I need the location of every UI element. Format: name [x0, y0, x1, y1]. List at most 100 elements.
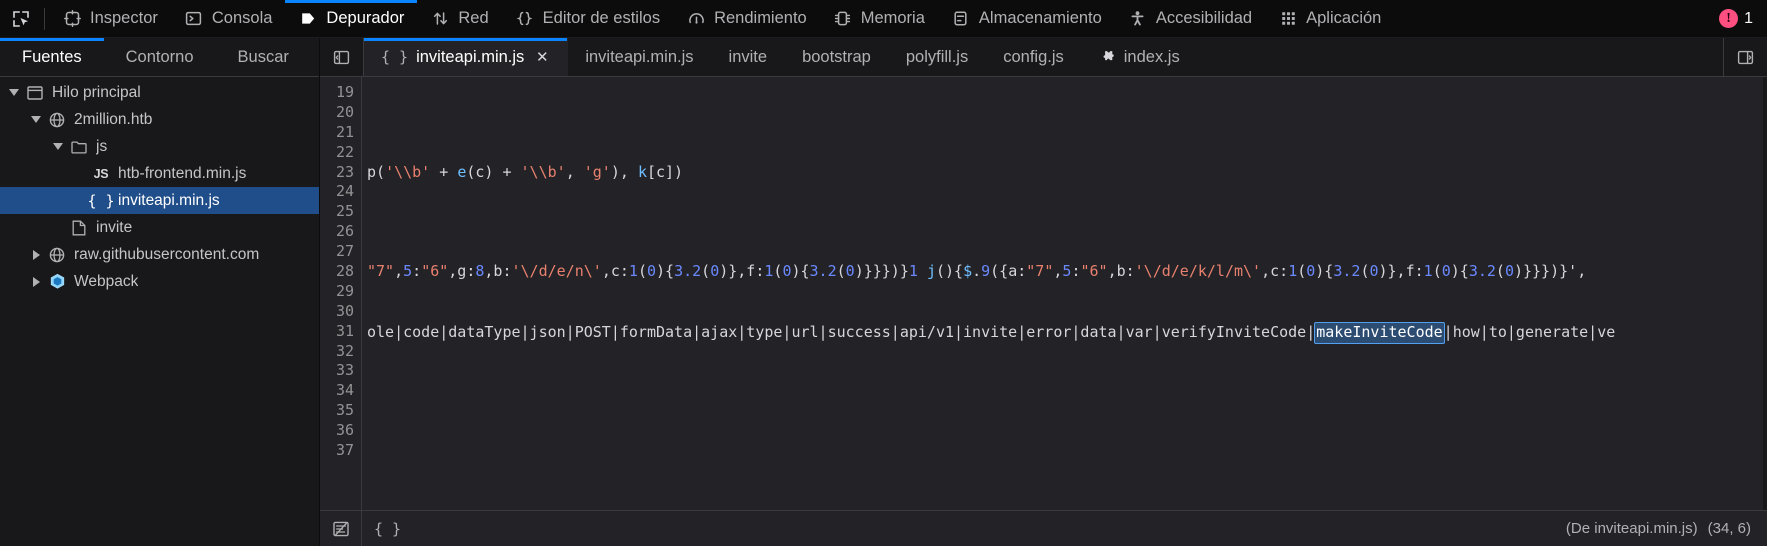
- code-content[interactable]: p('\\b' + e(c) + '\\b', 'g'), k[c]) "7",…: [362, 77, 1767, 510]
- chevron-right-icon[interactable]: [26, 249, 46, 260]
- chevron-down-icon[interactable]: [26, 116, 46, 123]
- code-token: )},f:: [719, 262, 765, 281]
- code-line[interactable]: [362, 242, 1767, 262]
- tree-item-invite[interactable]: invite: [0, 214, 319, 241]
- tab-debugger[interactable]: Depurador: [285, 0, 418, 38]
- code-line[interactable]: [362, 202, 1767, 222]
- code-line[interactable]: "7",5:"6",g:8,b:'\/d/e/n\',c:1(0){3.2(0)…: [362, 262, 1767, 282]
- pretty-print-icon[interactable]: [320, 511, 362, 546]
- tab-inspector[interactable]: Inspector: [49, 0, 171, 38]
- line-number[interactable]: 27: [320, 242, 361, 262]
- tree-item-js-folder[interactable]: js: [0, 133, 319, 160]
- tree-item-htb-frontend-min-js[interactable]: JS htb-frontend.min.js: [0, 160, 319, 187]
- code-token: "6": [1080, 262, 1108, 281]
- tree-item-main-thread[interactable]: Hilo principal: [0, 79, 319, 106]
- tab-application[interactable]: Aplicación: [1265, 0, 1394, 38]
- pretty-print-button[interactable]: { }: [362, 520, 413, 538]
- code-token: 'g': [583, 162, 611, 181]
- code-token: 9: [981, 262, 991, 281]
- tree-item-label: Webpack: [74, 272, 139, 290]
- line-number[interactable]: 28: [320, 262, 361, 282]
- line-number[interactable]: 32: [320, 342, 361, 362]
- code-token: )}}})}: [854, 262, 909, 281]
- code-line[interactable]: [362, 342, 1767, 362]
- line-number[interactable]: 36: [320, 421, 361, 441]
- source-tab-label: inviteapi.min.js: [585, 47, 694, 66]
- close-icon[interactable]: ✕: [534, 49, 550, 66]
- source-tab-invite[interactable]: invite: [712, 38, 786, 76]
- expand-panel-icon[interactable]: [1723, 38, 1767, 76]
- code-line[interactable]: [362, 123, 1767, 143]
- tab-buscar[interactable]: Buscar: [216, 38, 311, 76]
- code-line[interactable]: [362, 83, 1767, 103]
- tree-item-2million-htb[interactable]: 2million.htb: [0, 106, 319, 133]
- tab-style-editor[interactable]: Editor de estilos: [502, 0, 673, 38]
- source-tab-inviteapi-min-js-active[interactable]: { } inviteapi.min.js ✕: [364, 38, 569, 76]
- source-tab-label: index.js: [1123, 47, 1180, 66]
- tree-item-webpack[interactable]: Webpack: [0, 268, 319, 295]
- tree-item-inviteapi-min-js[interactable]: { } inviteapi.min.js: [0, 187, 319, 214]
- vertical-scrollbar[interactable]: [1763, 77, 1767, 510]
- code-editor[interactable]: 19 20 21 22 23 24 25 26 27 28 29 30 31 32 33 34 35 36 37 p…: [320, 77, 1767, 510]
- tab-accessibility[interactable]: Accesibilidad: [1115, 0, 1265, 38]
- collapse-panel-icon[interactable]: [320, 38, 364, 76]
- tab-contorno-label: Contorno: [125, 47, 194, 66]
- tab-console[interactable]: Consola: [171, 0, 286, 38]
- line-number[interactable]: 20: [320, 103, 361, 123]
- tree-item-label: js: [96, 137, 108, 155]
- source-tab-bootstrap[interactable]: bootstrap: [785, 38, 889, 76]
- tab-fuentes[interactable]: Fuentes: [0, 38, 104, 76]
- source-tab-polyfill-js[interactable]: polyfill.js: [889, 38, 986, 76]
- code-line[interactable]: [362, 282, 1767, 302]
- tab-contorno[interactable]: Contorno: [104, 38, 216, 76]
- code-line[interactable]: [362, 441, 1767, 461]
- code-line[interactable]: [362, 103, 1767, 123]
- line-number[interactable]: 35: [320, 401, 361, 421]
- line-number[interactable]: 26: [320, 222, 361, 242]
- source-tab-config-js[interactable]: config.js: [986, 38, 1082, 76]
- code-line[interactable]: p('\\b' + e(c) + '\\b', 'g'), k[c]): [362, 163, 1767, 183]
- line-number[interactable]: 23: [320, 163, 361, 183]
- code-line[interactable]: [362, 143, 1767, 163]
- line-number[interactable]: 25: [320, 202, 361, 222]
- tab-memory[interactable]: Memoria: [820, 0, 938, 38]
- line-number[interactable]: 31: [320, 322, 361, 342]
- code-token: $: [963, 262, 973, 281]
- code-token: (: [1432, 262, 1442, 281]
- code-line[interactable]: [362, 421, 1767, 441]
- code-line[interactable]: [362, 302, 1767, 322]
- code-token: "6": [421, 262, 449, 281]
- tree-item-raw-githubusercontent-com[interactable]: raw.githubusercontent.com: [0, 241, 319, 268]
- js-file-icon: JS: [93, 166, 109, 181]
- line-number[interactable]: 37: [320, 441, 361, 461]
- memory-icon: [833, 9, 853, 29]
- code-token: k: [637, 162, 647, 181]
- chevron-right-icon[interactable]: [26, 276, 46, 287]
- line-number[interactable]: 21: [320, 123, 361, 143]
- code-line[interactable]: ole|code|dataType|json|POST|formData|aja…: [362, 321, 1767, 344]
- line-number[interactable]: 30: [320, 302, 361, 322]
- debugger-body: Fuentes Contorno Buscar Hilo principal 2…: [0, 38, 1767, 546]
- chevron-down-icon[interactable]: [4, 89, 24, 96]
- line-number[interactable]: 34: [320, 381, 361, 401]
- chevron-down-icon[interactable]: [48, 143, 68, 150]
- tab-performance[interactable]: Rendimiento: [673, 0, 820, 38]
- toolbar-right-controls: ! 1: [1719, 9, 1767, 28]
- code-line[interactable]: [362, 401, 1767, 421]
- code-line[interactable]: [362, 182, 1767, 202]
- element-picker-icon[interactable]: [0, 0, 42, 38]
- source-tab-inviteapi-min-js[interactable]: inviteapi.min.js: [568, 38, 711, 76]
- code-line[interactable]: [362, 222, 1767, 242]
- debugger-icon: [298, 9, 318, 29]
- line-number[interactable]: 33: [320, 361, 361, 381]
- line-number[interactable]: 24: [320, 182, 361, 202]
- line-number[interactable]: 19: [320, 83, 361, 103]
- line-number[interactable]: 22: [320, 143, 361, 163]
- code-line[interactable]: [362, 361, 1767, 381]
- tab-network[interactable]: Red: [417, 0, 501, 38]
- tab-storage[interactable]: Almacenamiento: [938, 0, 1115, 38]
- source-tab-index-js[interactable]: index.js: [1082, 38, 1198, 76]
- error-count-badge[interactable]: ! 1: [1719, 9, 1753, 28]
- line-number[interactable]: 29: [320, 282, 361, 302]
- code-line[interactable]: [362, 381, 1767, 401]
